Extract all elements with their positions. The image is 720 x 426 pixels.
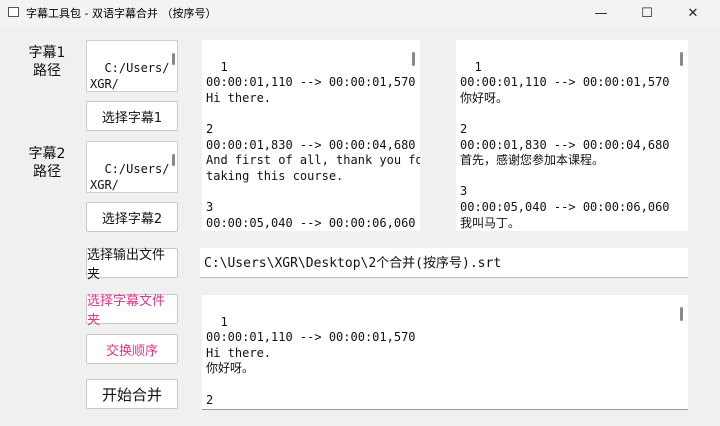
window-title: 字幕工具包 - 双语字幕合并 （按序号） <box>26 7 217 20</box>
subtitle1-path-field[interactable]: C:/Users/ XGR/ Desktop/字 幕测试/1 <box>86 40 178 92</box>
merged-preview-bottom-border <box>202 409 688 410</box>
subtitle1-path-scrollbar[interactable] <box>172 53 175 65</box>
merged-preview[interactable]: 1 00:00:01,110 --> 00:00:01,570 Hi there… <box>202 295 688 409</box>
select-output-folder-button[interactable]: 选择输出文件夹 <box>86 248 178 282</box>
output-path-field[interactable]: C:\Users\XGR\Desktop\2个合并(按序号).srt <box>200 248 688 278</box>
subtitle1-path-text: C:/Users/ XGR/ Desktop/字 幕测试/1 <box>90 61 170 91</box>
minimize-icon: — <box>594 5 608 21</box>
subtitle2-preview-text: 1 00:00:01,110 --> 00:00:01,570 你好呀。 2 0… <box>460 59 670 230</box>
select-subtitle-folder-button[interactable]: 选择字幕文件夹 <box>86 294 178 328</box>
merged-preview-scrollbar[interactable] <box>680 307 683 321</box>
app-icon <box>8 7 19 17</box>
subtitle2-path-scrollbar[interactable] <box>172 154 175 166</box>
start-merge-button[interactable]: 开始合并 <box>86 379 178 409</box>
subtitle1-preview[interactable]: 1 00:00:01,110 --> 00:00:01,570 Hi there… <box>202 40 420 231</box>
subtitle2-preview[interactable]: 1 00:00:01,110 --> 00:00:01,570 你好呀。 2 0… <box>456 40 688 231</box>
swap-order-button[interactable]: 交换顺序 <box>86 334 178 364</box>
close-icon: ✕ <box>687 5 699 21</box>
maximize-button[interactable]: ☐ <box>624 0 670 26</box>
select-subtitle1-button[interactable]: 选择字幕1 <box>86 101 178 131</box>
subtitle1-preview-text: 1 00:00:01,110 --> 00:00:01,570 Hi there… <box>206 59 420 230</box>
subtitle1-preview-scrollbar[interactable] <box>412 52 415 66</box>
maximize-icon: ☐ <box>641 5 653 21</box>
merged-preview-text: 1 00:00:01,110 --> 00:00:01,570 Hi there… <box>206 314 416 409</box>
subtitle2-path-text: C:/Users/ XGR/ Desktop/字 幕测试/2 <box>90 162 170 192</box>
subtitle2-path-label: 字幕2 路径 <box>28 146 66 180</box>
close-button[interactable]: ✕ <box>670 0 716 26</box>
minimize-button[interactable]: — <box>578 0 624 26</box>
title-bar[interactable]: 字幕工具包 - 双语字幕合并 （按序号） — ☐ ✕ <box>0 0 720 26</box>
select-subtitle2-button[interactable]: 选择字幕2 <box>86 202 178 232</box>
subtitle2-path-field[interactable]: C:/Users/ XGR/ Desktop/字 幕测试/2 <box>86 141 178 193</box>
subtitle1-path-label: 字幕1 路径 <box>28 45 66 79</box>
subtitle2-preview-scrollbar[interactable] <box>680 52 683 66</box>
